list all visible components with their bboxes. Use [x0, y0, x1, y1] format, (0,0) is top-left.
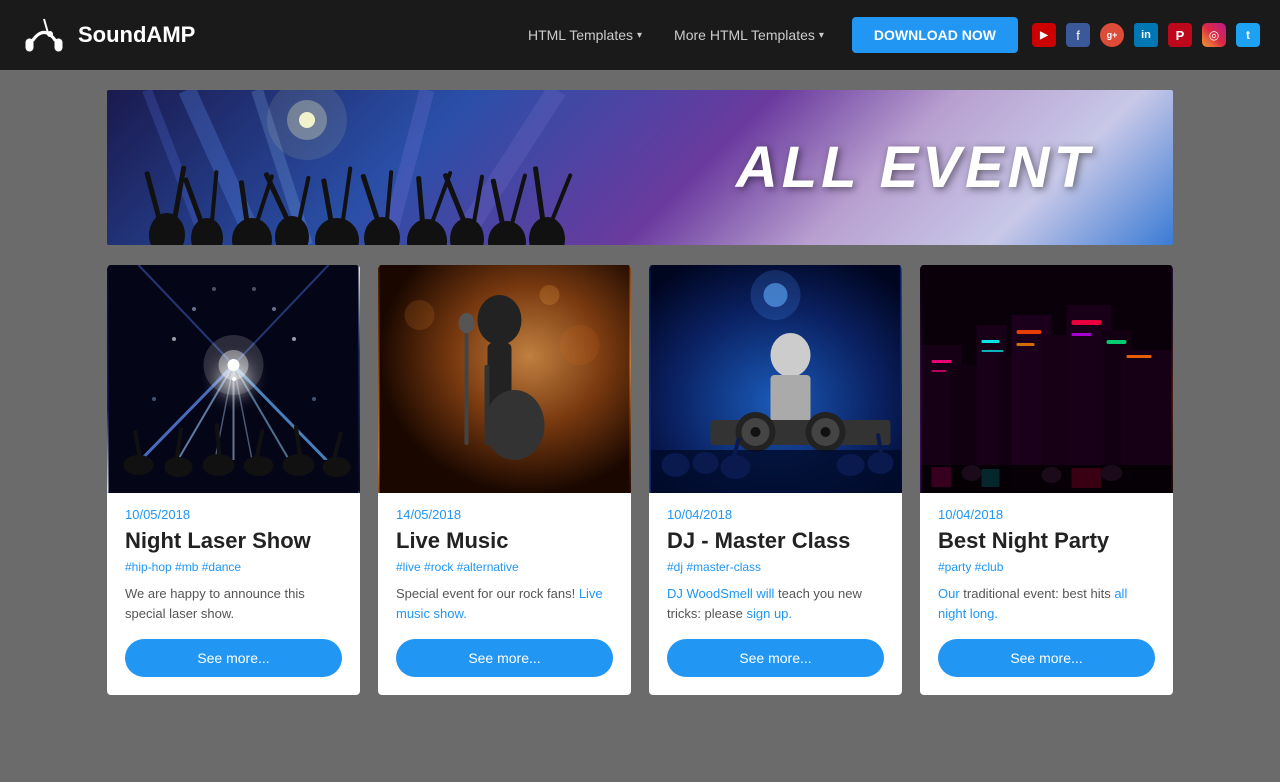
- see-more-button[interactable]: See more...: [125, 639, 342, 677]
- see-more-button[interactable]: See more...: [396, 639, 613, 677]
- twitter-icon[interactable]: t: [1236, 23, 1260, 47]
- html-templates-link[interactable]: HTML Templates ▾: [514, 19, 656, 51]
- desc-link[interactable]: DJ WoodSmell will: [667, 586, 774, 601]
- more-templates-link[interactable]: More HTML Templates ▾: [660, 19, 838, 51]
- desc-link[interactable]: Live music show.: [396, 586, 603, 621]
- hero-banner: ALL EVENT: [107, 90, 1173, 245]
- event-description: We are happy to announce this special la…: [125, 584, 342, 623]
- hero-title: ALL EVENT: [736, 134, 1093, 201]
- pinterest-icon[interactable]: P: [1168, 23, 1192, 47]
- event-card-body: 14/05/2018 Live Music #live #rock #alter…: [378, 493, 631, 695]
- event-card: 10/04/2018 Best Night Party #party #club…: [920, 265, 1173, 695]
- google-plus-icon[interactable]: g+: [1100, 23, 1124, 47]
- brand-name: SoundAMP: [78, 22, 195, 48]
- event-date: 14/05/2018: [396, 507, 613, 522]
- see-more-button[interactable]: See more...: [667, 639, 884, 677]
- event-description: DJ WoodSmell will teach you new tricks: …: [667, 584, 884, 623]
- event-card: 14/05/2018 Live Music #live #rock #alter…: [378, 265, 631, 695]
- chevron-down-icon: ▾: [819, 30, 824, 41]
- event-cards-section: 10/05/2018 Night Laser Show #hip-hop #mb…: [107, 265, 1173, 695]
- event-card-body: 10/05/2018 Night Laser Show #hip-hop #mb…: [107, 493, 360, 695]
- event-card: 10/04/2018 DJ - Master Class #dj #master…: [649, 265, 902, 695]
- event-description: Special event for our rock fans! Live mu…: [396, 584, 613, 623]
- instagram-icon[interactable]: ◎: [1202, 23, 1226, 47]
- event-card-body: 10/04/2018 DJ - Master Class #dj #master…: [649, 493, 902, 695]
- event-card-image: [920, 265, 1173, 493]
- event-tags: #party #club: [938, 560, 1155, 574]
- chevron-down-icon: ▾: [637, 30, 642, 41]
- event-title: DJ - Master Class: [667, 528, 884, 554]
- brand-logo[interactable]: SoundAMP: [20, 11, 195, 59]
- navigation: SoundAMP HTML Templates ▾ More HTML Temp…: [0, 0, 1280, 70]
- social-icons: ▶ f g+ in P ◎ t: [1032, 23, 1260, 47]
- youtube-icon[interactable]: ▶: [1032, 23, 1056, 47]
- event-title: Live Music: [396, 528, 613, 554]
- event-date: 10/05/2018: [125, 507, 342, 522]
- event-title: Night Laser Show: [125, 528, 342, 554]
- event-title: Best Night Party: [938, 528, 1155, 554]
- desc-link-2[interactable]: all night long.: [938, 586, 1127, 621]
- event-card-image: [107, 265, 360, 493]
- event-date: 10/04/2018: [938, 507, 1155, 522]
- desc-link[interactable]: Our: [938, 586, 960, 601]
- event-card-body: 10/04/2018 Best Night Party #party #club…: [920, 493, 1173, 695]
- event-card-image: [649, 265, 902, 493]
- nav-links: HTML Templates ▾ More HTML Templates ▾ D…: [514, 17, 1260, 53]
- event-date: 10/04/2018: [667, 507, 884, 522]
- facebook-icon[interactable]: f: [1066, 23, 1090, 47]
- event-tags: #hip-hop #mb #dance: [125, 560, 342, 574]
- linkedin-icon[interactable]: in: [1134, 23, 1158, 47]
- see-more-button[interactable]: See more...: [938, 639, 1155, 677]
- event-card: 10/05/2018 Night Laser Show #hip-hop #mb…: [107, 265, 360, 695]
- event-card-image: [378, 265, 631, 493]
- download-now-button[interactable]: DOWNLOAD NOW: [852, 17, 1018, 53]
- event-description: Our traditional event: best hits all nig…: [938, 584, 1155, 623]
- desc-link-2[interactable]: sign up.: [746, 606, 792, 621]
- event-tags: #dj #master-class: [667, 560, 884, 574]
- event-tags: #live #rock #alternative: [396, 560, 613, 574]
